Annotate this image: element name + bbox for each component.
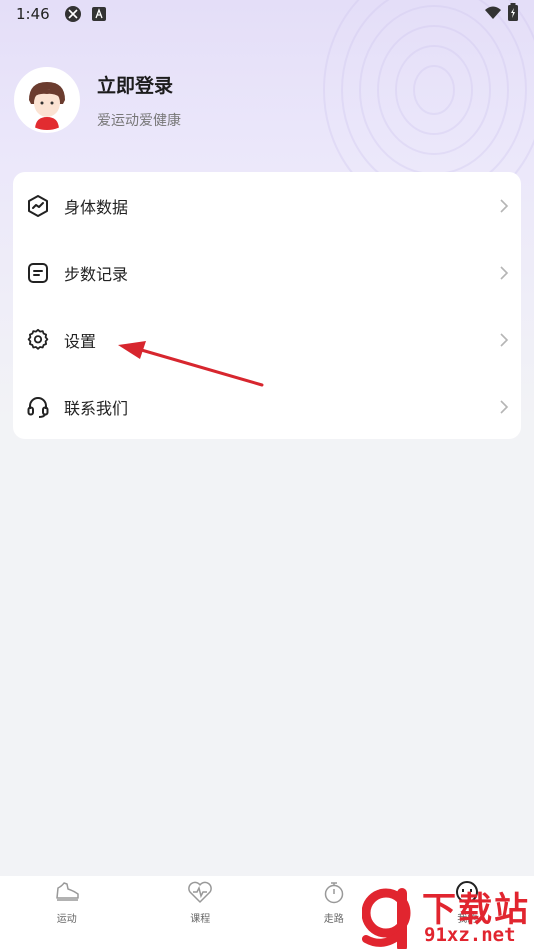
watermark: 下载站 91xz.net	[362, 880, 534, 950]
menu-item-step-record[interactable]: 步数记录	[13, 239, 521, 306]
login-subtitle: 爱运动爱健康	[97, 112, 181, 129]
battery-icon	[508, 3, 518, 25]
chevron-right-icon	[499, 198, 509, 214]
nav-item-course[interactable]: 课程	[134, 880, 268, 925]
stopwatch-icon	[321, 880, 347, 908]
menu-item-label: 身体数据	[64, 197, 129, 217]
gear-icon	[26, 328, 50, 352]
chevron-right-icon	[499, 332, 509, 348]
login-title[interactable]: 立即登录	[97, 71, 181, 98]
shoe-icon	[54, 880, 80, 908]
app-notification-icon	[64, 5, 82, 23]
menu-item-label: 联系我们	[64, 398, 129, 418]
nav-label: 走路	[323, 914, 344, 925]
step-record-icon	[26, 261, 50, 285]
profile-header[interactable]: 立即登录 爱运动爱健康	[14, 67, 181, 133]
nav-item-sport[interactable]: 运动	[0, 880, 134, 925]
chevron-right-icon	[499, 399, 509, 415]
annotation-arrow	[118, 341, 264, 387]
watermark-logo	[362, 888, 411, 949]
nav-label: 课程	[190, 914, 211, 925]
menu-item-label: 步数记录	[64, 264, 129, 284]
text-notification-icon	[91, 7, 106, 21]
menu-card: 身体数据 步数记录 设置 联系我们	[13, 172, 521, 439]
nav-label: 运动	[56, 914, 77, 925]
chevron-right-icon	[499, 265, 509, 281]
wifi-icon	[484, 5, 502, 24]
body-data-icon	[26, 194, 50, 218]
status-bar: 1:46	[0, 0, 534, 28]
menu-item-label: 设置	[64, 331, 97, 351]
menu-item-body-data[interactable]: 身体数据	[13, 172, 521, 239]
avatar[interactable]	[14, 67, 80, 133]
headset-icon	[26, 395, 50, 419]
heart-pulse-icon	[187, 880, 213, 908]
status-time: 1:46	[16, 5, 50, 23]
watermark-url: 91xz.net	[424, 924, 516, 946]
